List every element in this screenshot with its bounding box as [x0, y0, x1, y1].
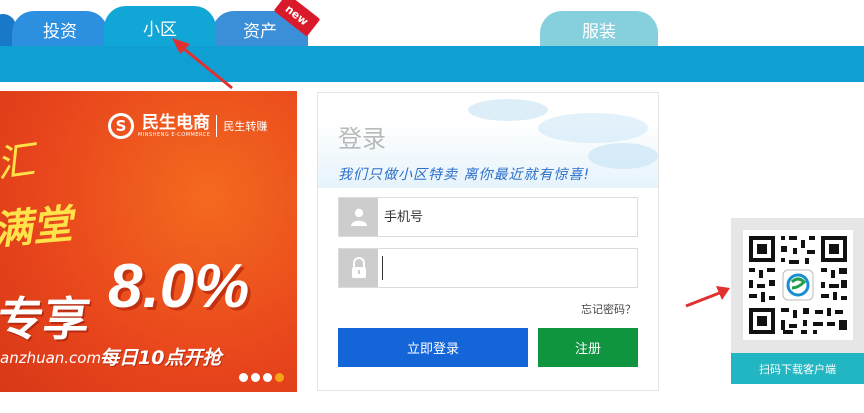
brand-side: 民生转赚 [223, 120, 268, 133]
qr-panel: 扫码下载客户端 [731, 218, 864, 384]
carousel-dot[interactable] [263, 373, 272, 382]
brand-sub: MINSHENG E-COMMERCE [138, 131, 211, 138]
user-icon [339, 198, 378, 236]
login-panel: 登录 我们只做小区特卖 离你最近就有惊喜! 忘记密码？ [317, 92, 659, 391]
brand-logo-icon: S [108, 113, 134, 139]
password-field [338, 248, 638, 288]
tab-clothing[interactable]: 服装 [540, 11, 658, 47]
brand-name: 民生电商 [142, 112, 210, 133]
promo-banner[interactable]: S 民生电商 MINSHENG E-COMMERCE 民生转赚 汇 满堂 专享 … [0, 91, 297, 392]
banner-rate: 8.0% [108, 252, 250, 321]
brand-logo: S 民生电商 MINSHENG E-COMMERCE 民生转赚 [108, 113, 267, 139]
banner-script-line2: 满堂 [0, 200, 75, 255]
tab-invest[interactable]: 投资 [12, 11, 108, 47]
carousel-dot-active[interactable] [275, 373, 284, 382]
phone-input[interactable] [378, 198, 637, 236]
carousel-dot[interactable] [251, 373, 260, 382]
register-button[interactable]: 注册 [538, 328, 638, 367]
banner-enjoy-text: 专享 [0, 292, 94, 346]
carousel-dot[interactable] [239, 373, 248, 382]
annotation-arrow-qr [685, 286, 730, 308]
annotation-arrow-tab [172, 38, 233, 90]
nav-bar [0, 46, 864, 82]
banner-script-line1: 汇 [0, 137, 38, 187]
qr-code [743, 230, 853, 340]
login-title: 登录 [338, 125, 386, 153]
page: 投资 资产 小区 new 服装 S 民生电商 MINSHENG E-COMMER… [0, 0, 864, 413]
qr-caption: 扫码下载客户端 [731, 353, 864, 384]
forgot-password-link[interactable]: 忘记密码？ [581, 301, 636, 317]
password-input[interactable] [383, 249, 637, 287]
carousel-dots [239, 373, 284, 382]
banner-domain: anzhuan.com [0, 349, 102, 367]
banner-daily-text: 每日10点开抢 [100, 347, 222, 369]
login-slogan: 我们只做小区特卖 离你最近就有惊喜! [338, 167, 591, 183]
lock-icon [339, 249, 378, 287]
login-button[interactable]: 立即登录 [338, 328, 528, 367]
logo-divider [216, 115, 218, 137]
qr-code-image [743, 230, 853, 340]
phone-field [338, 197, 638, 237]
